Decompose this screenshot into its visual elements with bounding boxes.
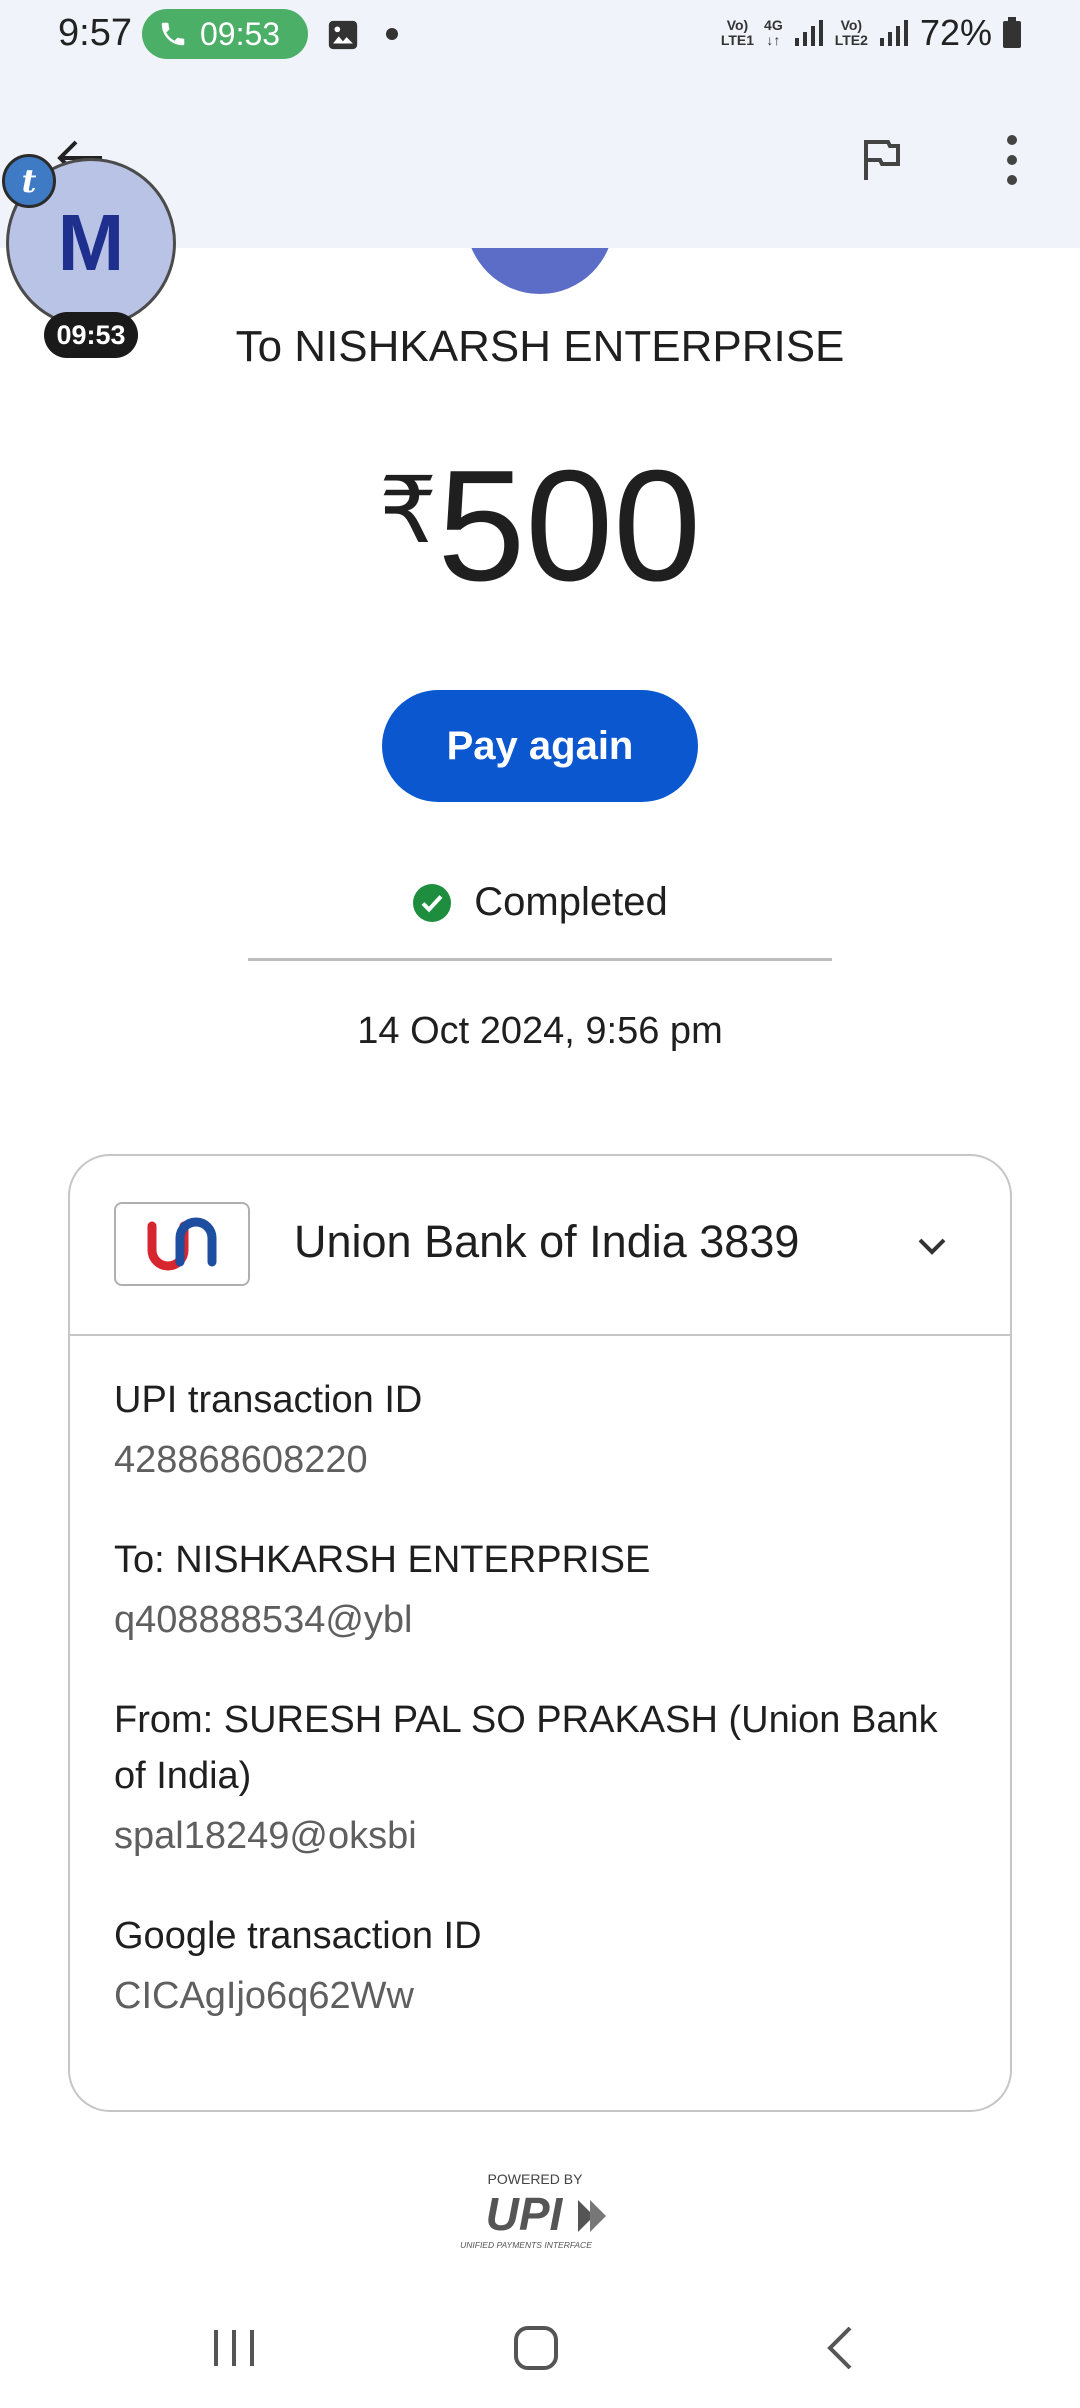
network-type: 4G ↓↑ bbox=[764, 17, 783, 48]
payment-datetime: 14 Oct 2024, 9:56 pm bbox=[357, 1010, 723, 1052]
battery-icon bbox=[1003, 17, 1021, 48]
payee-line: To NISHKARSH ENTERPRISE bbox=[235, 322, 845, 371]
currency-symbol: ₹ bbox=[378, 460, 438, 562]
gallery-icon bbox=[328, 20, 358, 50]
detail-upi-id: UPI transaction ID 428868608220 bbox=[114, 1379, 423, 1481]
chevron-down-icon[interactable] bbox=[912, 1226, 952, 1266]
battery-percent: 72% bbox=[919, 12, 992, 53]
signal-bars-icon bbox=[794, 20, 823, 46]
pay-again-button[interactable]: Pay again bbox=[382, 690, 698, 802]
sim1-label: Vo) LTE1 bbox=[720, 17, 755, 48]
transaction-details-card: Union Bank of India 3839 UPI transaction… bbox=[68, 1154, 1012, 2112]
union-bank-logo-icon bbox=[147, 1217, 217, 1271]
phone-icon bbox=[161, 22, 185, 46]
call-timer: 09:53 bbox=[200, 15, 281, 52]
flag-icon[interactable] bbox=[858, 136, 900, 182]
check-circle-icon bbox=[413, 883, 452, 922]
divider bbox=[248, 958, 832, 961]
amount-value: 500 bbox=[437, 438, 702, 614]
notification-dot bbox=[386, 28, 398, 40]
detail-to: To: NISHKARSH ENTERPRISE q408888534@ybl bbox=[114, 1539, 651, 1641]
svg-text:UNIFIED PAYMENTS INTERFACE: UNIFIED PAYMENTS INTERFACE bbox=[460, 2240, 592, 2250]
svg-text:UPI: UPI bbox=[486, 2188, 564, 2240]
payment-status: Completed bbox=[0, 880, 1080, 925]
upi-logo: POWERED BY UPI UNIFIED PAYMENTS INTERFAC… bbox=[460, 2171, 606, 2250]
bank-account-header[interactable]: Union Bank of India 3839 bbox=[70, 1156, 1010, 1336]
detail-from: From: SURESH PAL SO PRAKASH (Union Bank … bbox=[114, 1699, 938, 1857]
sim2-label: Vo) LTE2 bbox=[834, 17, 868, 48]
payee-avatar bbox=[466, 248, 614, 294]
more-vert-icon[interactable] bbox=[1000, 132, 1024, 188]
bank-account-name: Union Bank of India 3839 bbox=[294, 1216, 800, 1267]
home-icon[interactable] bbox=[512, 2320, 560, 2376]
chat-head-badge: t bbox=[2, 154, 56, 208]
data-arrows-icon: ↓↑ bbox=[766, 32, 781, 48]
ongoing-call-chip[interactable]: 09:53 bbox=[142, 9, 308, 59]
transaction-details: UPI transaction ID 428868608220 To: NISH… bbox=[114, 1372, 974, 2068]
chat-head-initial: M bbox=[57, 198, 125, 287]
payment-amount: ₹500 bbox=[0, 436, 1080, 617]
status-indicators: Vo) LTE1 4G ↓↑ Vo) LTE2 72% bbox=[721, 12, 1022, 54]
nav-back-icon[interactable] bbox=[822, 2320, 858, 2376]
status-text: Completed bbox=[474, 880, 668, 924]
recent-apps-icon[interactable] bbox=[210, 2322, 258, 2374]
system-nav-bar bbox=[0, 2300, 1080, 2408]
status-bar: 9:57 09:53 Vo) LTE1 4G ↓↑ Vo) LTE2 72% bbox=[0, 0, 1080, 70]
status-time: 9:57 bbox=[58, 12, 132, 54]
signal-bars-icon bbox=[879, 20, 908, 46]
bank-logo bbox=[114, 1202, 250, 1286]
detail-google-id: Google transaction ID CICAgIjo6q62Ww bbox=[114, 1915, 482, 2017]
svg-text:POWERED BY: POWERED BY bbox=[488, 2171, 584, 2187]
